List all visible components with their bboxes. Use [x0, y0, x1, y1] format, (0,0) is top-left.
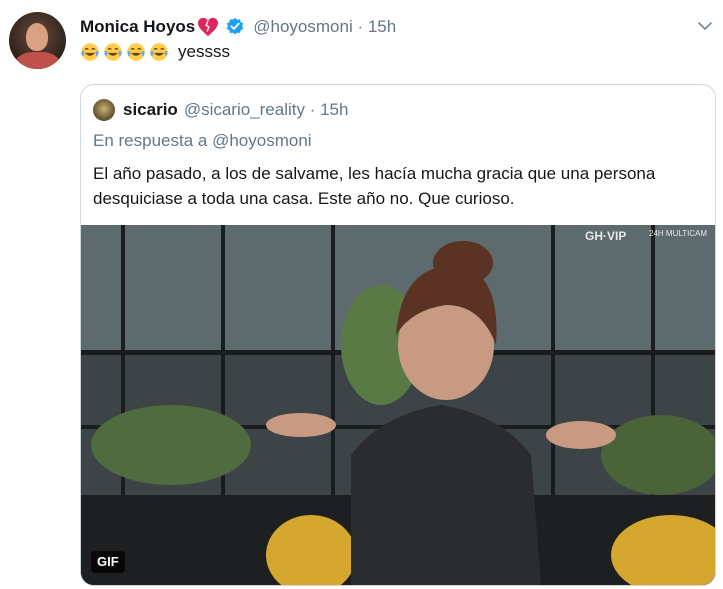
quoted-author-avatar[interactable]	[93, 99, 115, 121]
heart-icon	[198, 17, 219, 37]
author-name[interactable]: Monica Hoyos	[80, 17, 195, 37]
quoted-media-gif[interactable]: GH·VIP 24H MULTICAM GIF	[81, 225, 715, 585]
gif-preview-image	[81, 225, 715, 585]
quoted-author-handle[interactable]: @sicario_reality · 15h	[184, 100, 349, 120]
avatar-shirt	[15, 52, 60, 69]
avatar-face	[26, 23, 48, 51]
quoted-tweet[interactable]: sicario @sicario_reality · 15h En respue…	[80, 84, 716, 586]
tweet-header: Monica Hoyos @hoyosmoni · 15h	[80, 15, 396, 39]
verified-badge-icon	[227, 17, 244, 35]
media-watermark-sub: 24H MULTICAM	[649, 229, 708, 238]
chevron-down-icon[interactable]	[696, 17, 714, 35]
reply-prefix: En respuesta a	[93, 131, 208, 150]
tweet-text: yessss	[80, 42, 230, 62]
face-with-tears-of-joy-icon	[150, 43, 168, 61]
tweet-body-text: yessss	[178, 42, 230, 61]
face-with-tears-of-joy-icon	[104, 43, 122, 61]
quoted-author-name[interactable]: sicario	[123, 100, 178, 120]
reply-mention-link[interactable]: @hoyosmoni	[212, 131, 311, 150]
face-with-tears-of-joy-icon	[81, 43, 99, 61]
reply-context: En respuesta a @hoyosmoni	[93, 131, 312, 151]
media-watermark: GH·VIP	[585, 229, 627, 243]
face-with-tears-of-joy-icon	[127, 43, 145, 61]
author-avatar[interactable]	[9, 12, 66, 69]
author-handle[interactable]: @hoyosmoni · 15h	[253, 17, 396, 37]
quoted-tweet-header: sicario @sicario_reality · 15h	[123, 99, 348, 121]
gif-badge: GIF	[91, 551, 125, 573]
quoted-tweet-text: El año pasado, a los de salvame, les hac…	[93, 164, 656, 208]
